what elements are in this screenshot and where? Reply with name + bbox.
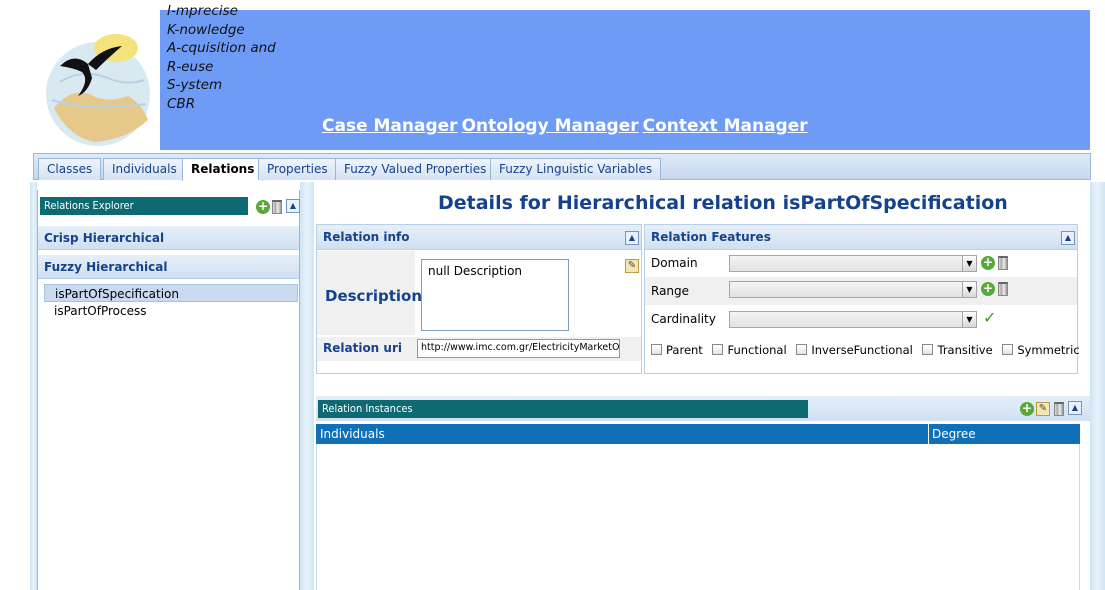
add-domain-icon[interactable]: +: [981, 256, 995, 270]
tab-bar: Classes Individuals Relations Properties…: [33, 153, 1091, 181]
acronym-line: K-nowledge: [167, 21, 245, 38]
tab-fuzzy-valued-properties[interactable]: Fuzzy Valued Properties: [335, 158, 496, 180]
domain-select[interactable]: ▼: [729, 255, 977, 272]
inversefunctional-label: InverseFunctional: [811, 343, 913, 357]
range-select[interactable]: ▼: [729, 281, 977, 298]
collapse-icon[interactable]: ▲: [625, 231, 639, 245]
inversefunctional-checkbox[interactable]: [796, 344, 808, 355]
tab-relations[interactable]: Relations: [182, 158, 264, 181]
tab-individuals[interactable]: Individuals: [103, 158, 186, 180]
symmetric-label: Symmetric: [1017, 343, 1080, 357]
delete-relation-icon[interactable]: [272, 200, 282, 214]
nav-case-manager[interactable]: Case Manager: [322, 116, 458, 136]
tab-fuzzy-linguistic-variables[interactable]: Fuzzy Linguistic Variables: [490, 158, 662, 180]
relation-uri-field[interactable]: http://www.imc.com.gr/ElectricityMarketO…: [417, 339, 620, 358]
acronym-line: A-cquisition and: [167, 40, 276, 57]
tab-properties[interactable]: Properties: [258, 158, 337, 180]
background-decoration: [1090, 182, 1105, 590]
description-field[interactable]: null Description: [421, 259, 569, 331]
functional-label: Functional: [727, 343, 787, 357]
relation-uri-row: Relation uri http://www.imc.com.gr/Elect…: [317, 337, 641, 361]
parent-label: Parent: [666, 343, 703, 357]
tab-classes[interactable]: Classes: [38, 158, 102, 180]
add-relation-icon[interactable]: +: [256, 200, 270, 214]
relation-info-header: Relation info: [317, 225, 641, 250]
delete-domain-icon[interactable]: [998, 256, 1008, 270]
delete-instance-icon[interactable]: [1054, 402, 1064, 416]
relation-info-box: Relation info ▲ Description null Descrip…: [316, 224, 642, 374]
description-label: Description: [325, 287, 423, 305]
edit-description-icon[interactable]: ✎: [625, 259, 639, 273]
relation-item-ispartofspecification[interactable]: isPartOfSpecification: [44, 284, 298, 302]
column-degree[interactable]: Degree: [928, 424, 976, 444]
functional-checkbox[interactable]: [712, 344, 724, 355]
add-instance-icon[interactable]: +: [1020, 402, 1034, 416]
relation-item-ispartofprocess[interactable]: isPartOfProcess: [44, 302, 298, 320]
acronym-line: R-euse: [167, 58, 214, 75]
details-panel: Details for Hierarchical relation isPart…: [314, 190, 1090, 590]
app-acronym: I-mprecise K-nowledge A-cquisition and R…: [167, 2, 276, 114]
chevron-down-icon: ▼: [962, 256, 976, 271]
relations-explorer-panel: Relations Explorer + ▲ Crisp Hierarchica…: [37, 190, 300, 590]
domain-label: Domain: [651, 256, 698, 270]
parent-checkbox[interactable]: [651, 344, 662, 355]
collapse-icon[interactable]: ▲: [286, 199, 300, 213]
collapse-icon[interactable]: ▲: [1068, 401, 1082, 415]
acronym-line: I-mprecise: [167, 3, 238, 19]
cardinality-select[interactable]: ▼: [729, 311, 977, 328]
cardinality-label: Cardinality: [651, 312, 716, 326]
background-decoration: [30, 182, 37, 590]
explorer-title: Relations Explorer: [40, 197, 248, 215]
section-fuzzy-hierarchical[interactable]: Fuzzy Hierarchical: [38, 255, 299, 279]
background-decoration: [300, 182, 314, 590]
nav-ontology-manager[interactable]: Ontology Manager: [462, 116, 639, 136]
relation-instances-title: Relation Instances: [318, 400, 808, 418]
column-individuals[interactable]: Individuals: [320, 424, 385, 444]
transitive-checkbox[interactable]: [922, 344, 934, 355]
chevron-down-icon: ▼: [962, 312, 976, 327]
confirm-check-icon[interactable]: ✓: [983, 308, 996, 327]
page-title: Details for Hierarchical relation isPart…: [438, 192, 1008, 214]
acronym-line: CBR: [167, 95, 196, 112]
delete-range-icon[interactable]: [998, 282, 1008, 296]
ikarus-logo: [46, 34, 150, 146]
symmetric-checkbox[interactable]: [1002, 344, 1014, 355]
relation-uri-label: Relation uri: [323, 341, 402, 355]
top-navigation: Case Manager Ontology Manager Context Mana…: [322, 116, 812, 136]
relation-features-box: Relation Features ▲ Domain ▼ + Range ▼ +…: [644, 224, 1080, 374]
edit-instance-icon[interactable]: ✎: [1036, 402, 1050, 416]
range-row: Range ▼ +: [645, 277, 1077, 305]
range-label: Range: [651, 284, 690, 298]
app-header: I-mprecise K-nowledge A-cquisition and R…: [0, 0, 1105, 150]
collapse-icon[interactable]: ▲: [1061, 231, 1075, 245]
relation-instances-header: Relation Instances + ✎ ▲: [316, 396, 1090, 421]
section-crisp-hierarchical[interactable]: Crisp Hierarchical: [38, 226, 299, 250]
instances-grid-body: [316, 444, 1080, 590]
nav-context-manager[interactable]: Context Manager: [643, 116, 808, 136]
acronym-line: S-ystem: [167, 77, 223, 94]
transitive-label: Transitive: [937, 343, 993, 357]
instances-grid-header: Individuals Degree: [316, 424, 1080, 444]
add-range-icon[interactable]: +: [981, 282, 995, 296]
feature-checkboxes: Parent Functional InverseFunctional Tran…: [645, 343, 1080, 357]
chevron-down-icon: ▼: [962, 282, 976, 297]
relation-features-header: Relation Features: [645, 225, 1077, 250]
